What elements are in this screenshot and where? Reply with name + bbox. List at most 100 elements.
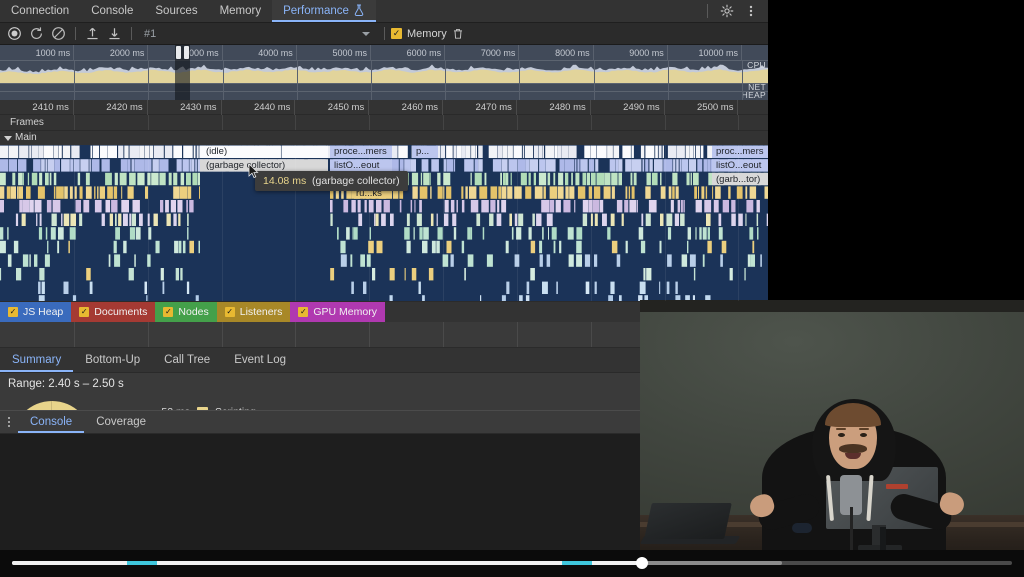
trash-icon[interactable] [448,24,469,44]
timeline-gridline [221,145,223,301]
memory-chart-gridline [73,322,75,347]
tooltip-duration: 14.08 ms [263,175,307,187]
drawer-tab-console-label: Console [30,416,73,428]
memory-legend-gpu-memory[interactable]: ✓ GPU Memory [290,302,385,322]
presenter-mustache [839,444,867,453]
overview-tick: 8000 ms [519,45,594,61]
memory-chart-gridline [516,322,518,347]
checkbox-checked-icon: ✓ [8,307,18,317]
tab-event-log-label: Event Log [234,354,286,366]
cpu-lane-label: CPU [747,60,766,70]
toolbar-divider-1 [75,27,76,40]
checkbox-checked-icon: ✓ [224,307,235,317]
presenter-eye-right [860,433,867,437]
screen: Connection Console Sources Memory Perfor… [0,0,1024,577]
selection-handle-right[interactable] [183,46,189,59]
memory-legend-label: JS Heap [23,306,64,318]
memory-legend-nodes[interactable]: ✓ Nodes [155,302,217,322]
tabbar-spacer [376,0,701,22]
tab-call-tree[interactable]: Call Tree [152,348,222,372]
tab-memory-label: Memory [219,5,262,17]
timeline-tick: 2410 ms [0,100,74,115]
drawer-tab-coverage-label: Coverage [96,416,147,428]
memory-chart-gridline [147,322,149,347]
memory-chart-gridline [443,322,445,347]
video-scrubber-handle[interactable] [636,557,648,569]
checkbox-checked-icon: ✓ [391,28,402,39]
timeline-tick: 2490 ms [591,100,665,115]
video-chapter-marker[interactable] [127,561,157,565]
tab-connection-label: Connection [11,5,70,17]
memory-checkbox[interactable]: ✓ Memory [391,28,447,40]
frames-gridline [590,115,592,130]
tab-summary-label: Summary [12,354,62,366]
memory-checkbox-label: Memory [407,27,447,40]
tab-sources[interactable]: Sources [144,0,208,22]
more-vertical-icon[interactable] [740,0,762,23]
frames-gridline [221,115,223,130]
toolbar-divider-2 [131,27,132,40]
timeline-gridline [147,145,149,301]
frames-gridline [147,115,149,130]
load-profile-icon[interactable] [82,24,103,44]
tab-performance-label: Performance [283,5,349,17]
tab-bottom-up-label: Bottom-Up [85,354,141,366]
timeline-gridline [738,145,740,301]
memory-legend-documents[interactable]: ✓ Documents [71,302,156,322]
overview-tick: 7000 ms [445,45,520,61]
flame-chart[interactable] [0,145,768,301]
tab-connection[interactable]: Connection [0,0,80,22]
memory-legend-label: Nodes [178,306,209,318]
timeline-gridline [73,145,75,301]
save-profile-icon[interactable] [104,24,125,44]
tooltip-name: (garbage collector) [312,175,400,187]
tab-bottom-up[interactable]: Bottom-Up [73,348,152,372]
tab-event-log[interactable]: Event Log [222,348,298,372]
frames-gridline [664,115,666,130]
main-track-header[interactable]: Main [0,131,768,145]
timeline-gridline [664,145,666,301]
tab-memory[interactable]: Memory [209,0,273,22]
overview-pane[interactable]: 1000 ms 2000 ms 3000 ms 4000 ms 5000 ms 6000 … [0,45,768,100]
overview-body[interactable]: CPU NET HEAP [0,61,768,100]
timeline-tick: 2460 ms [369,100,444,115]
drawer-tab-console[interactable]: Console [18,411,85,433]
video-controls [0,550,1024,577]
reload-record-icon[interactable] [26,24,47,44]
timeline-tick: 2420 ms [74,100,148,115]
memory-chart-gridline [369,322,371,347]
selection-handle-left[interactable] [176,46,182,59]
chevron-down-icon[interactable] [4,136,12,141]
timeline-tick: 2440 ms [222,100,296,115]
overview-tick: 1000 ms [0,45,75,61]
frames-gridline [73,115,75,130]
timeline-tick: 2470 ms [443,100,517,115]
tab-performance[interactable]: Performance [272,0,376,22]
hoodie-logo [886,484,908,489]
tab-call-tree-label: Call Tree [164,354,211,366]
video-chapter-marker[interactable] [562,561,592,565]
frames-gridline [738,115,740,130]
tab-sources-label: Sources [155,5,198,17]
drawer-tab-coverage[interactable]: Coverage [84,411,158,433]
memory-legend-js-heap[interactable]: ✓ JS Heap [0,302,72,322]
video-overlay[interactable] [640,300,1024,577]
record-icon[interactable] [4,24,25,44]
more-vertical-icon[interactable] [0,411,18,433]
clear-icon[interactable] [48,24,69,44]
presenter-eyebrow-left [836,428,846,430]
timeline-gridline [369,145,371,301]
chevron-down-icon [362,31,370,36]
frames-gridline [516,115,518,130]
frames-gridline [295,115,297,130]
video-progress-track[interactable] [12,557,1012,569]
tab-console-label: Console [91,5,134,17]
memory-legend-listeners[interactable]: ✓ Listeners [216,302,291,322]
checkbox-checked-icon: ✓ [79,307,90,317]
profile-select[interactable]: #1 [138,25,378,43]
frames-track[interactable]: Frames [0,115,768,131]
gear-icon[interactable] [716,0,738,23]
overview-ruler: 1000 ms 2000 ms 3000 ms 4000 ms 5000 ms 6000 … [0,45,768,61]
tab-console[interactable]: Console [80,0,144,22]
tab-summary[interactable]: Summary [0,348,74,372]
